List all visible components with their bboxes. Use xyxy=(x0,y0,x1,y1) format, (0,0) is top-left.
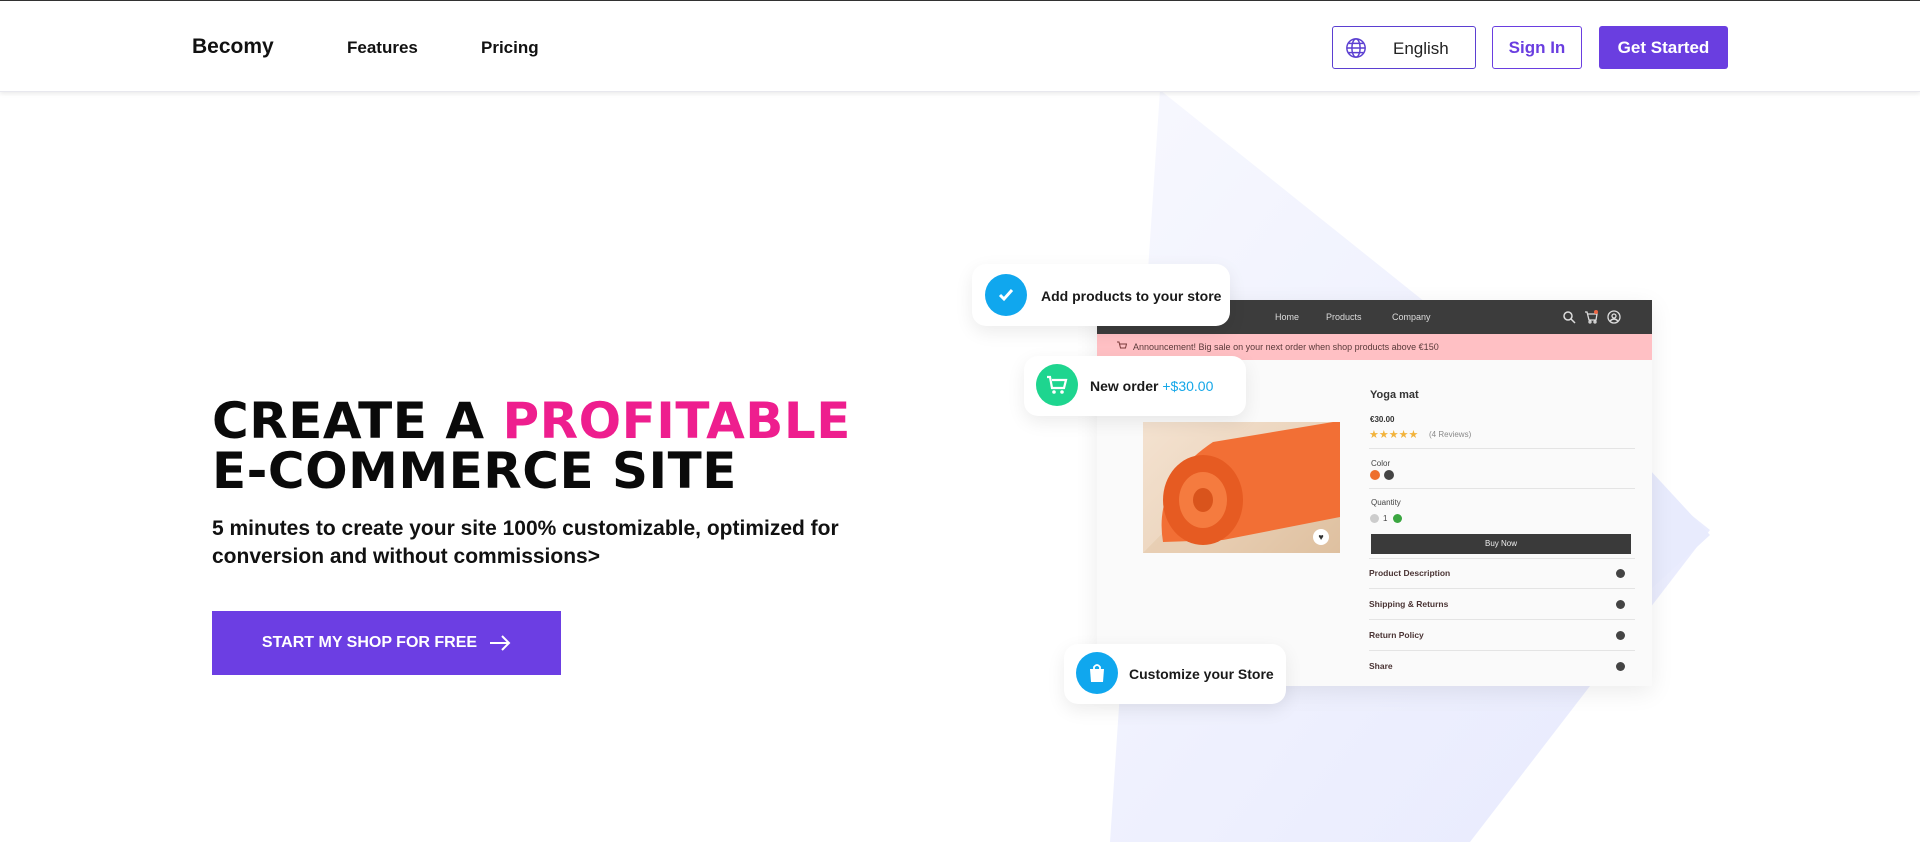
globe-icon xyxy=(1346,38,1366,58)
brand-logo[interactable]: Becomy xyxy=(192,35,274,59)
divider xyxy=(1369,448,1635,449)
divider xyxy=(1369,488,1635,489)
quantity-minus xyxy=(1370,514,1379,523)
cart-icon xyxy=(1585,310,1598,324)
yoga-mat-image xyxy=(1143,422,1340,553)
cart-icon xyxy=(1117,341,1127,349)
chip-add-products: Add products to your store xyxy=(972,264,1230,326)
hero-title-line2: E-COMMERCE SITE xyxy=(212,442,737,500)
expand-icon xyxy=(1616,662,1625,671)
chip-customize-label: Customize your Store xyxy=(1129,666,1274,682)
expand-icon xyxy=(1616,600,1625,609)
divider xyxy=(1369,619,1635,620)
check-icon xyxy=(985,274,1027,316)
mockup-product-title: Yoga mat xyxy=(1370,389,1419,401)
mockup-nav-products: Products xyxy=(1326,312,1362,322)
mockup-nav-company: Company xyxy=(1392,312,1431,322)
mockup-color-label: Color xyxy=(1371,459,1391,468)
mockup-announcement-text: Announcement! Big sale on your next orde… xyxy=(1133,342,1439,352)
mockup-buy-now: Buy Now xyxy=(1371,534,1631,554)
nav-features[interactable]: Features xyxy=(347,38,418,58)
hero-subtitle: 5 minutes to create your site 100% custo… xyxy=(212,517,839,568)
expand-icon xyxy=(1616,631,1625,640)
start-shop-button[interactable]: START MY SHOP FOR FREE xyxy=(212,611,561,675)
mockup-product-price: €30.00 xyxy=(1370,415,1395,424)
mockup-quantity-value: 1 xyxy=(1383,514,1388,523)
cart-icon xyxy=(1036,364,1078,406)
get-started-button[interactable]: Get Started xyxy=(1599,26,1728,69)
quantity-plus xyxy=(1393,514,1402,523)
mockup-nav-home: Home xyxy=(1275,312,1300,322)
divider xyxy=(1369,650,1635,651)
arrow-right-icon xyxy=(490,635,511,651)
mockup-rating-stars: ★★★★★ xyxy=(1369,429,1419,441)
new-order-text: New order xyxy=(1090,378,1159,394)
chip-add-products-label: Add products to your store xyxy=(1041,288,1222,304)
new-order-amount: +$30.00 xyxy=(1162,378,1214,394)
mockup-accordion-description: Product Description xyxy=(1369,568,1451,578)
chip-new-order: New order +$30.00 xyxy=(1024,356,1246,416)
expand-icon xyxy=(1616,569,1625,578)
mockup-quantity-label: Quantity xyxy=(1371,498,1401,507)
color-swatch-orange xyxy=(1370,470,1380,480)
chip-customize-store: Customize your Store xyxy=(1064,644,1286,704)
divider xyxy=(1369,588,1635,589)
hero-title: CREATE A PROFITABLE E-COMMERCE SITE xyxy=(212,396,851,496)
start-shop-label: START MY SHOP FOR FREE xyxy=(261,634,478,651)
mockup-accordion-shipping: Shipping & Returns xyxy=(1369,599,1449,609)
heart-icon: ♥ xyxy=(1313,529,1329,545)
language-label: English xyxy=(1393,39,1449,58)
search-icon xyxy=(1563,311,1576,324)
divider xyxy=(1369,558,1635,559)
mockup-accordion-share: Share xyxy=(1369,661,1393,671)
mockup-accordion-return: Return Policy xyxy=(1369,630,1424,640)
language-selector[interactable]: English xyxy=(1332,26,1476,69)
color-swatch-dark xyxy=(1384,470,1394,480)
top-navbar: Becomy Features Pricing English Sign In … xyxy=(0,1,1920,92)
yoga-mat-illustration xyxy=(1143,422,1340,553)
mockup-review-count: (4 Reviews) xyxy=(1429,430,1472,439)
chip-new-order-label: New order +$30.00 xyxy=(1090,378,1213,394)
bag-icon xyxy=(1076,652,1118,694)
nav-pricing[interactable]: Pricing xyxy=(481,38,539,58)
user-icon xyxy=(1607,310,1621,324)
sign-in-button[interactable]: Sign In xyxy=(1492,26,1582,69)
